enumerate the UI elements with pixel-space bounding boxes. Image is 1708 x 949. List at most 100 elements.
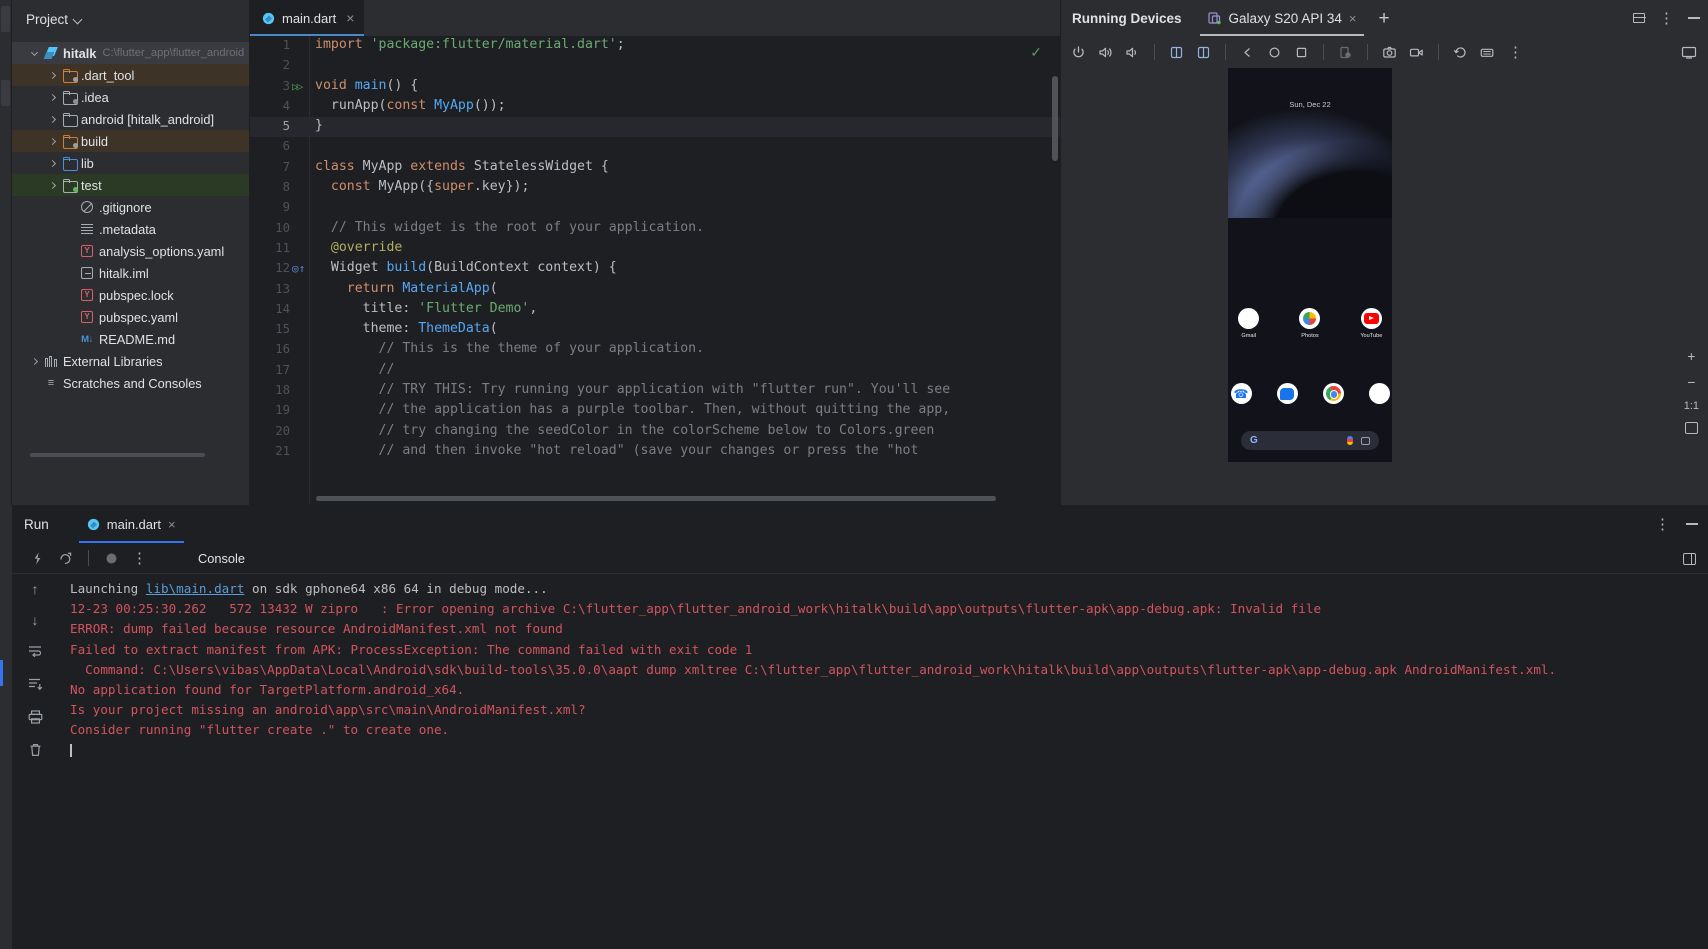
restore-window-icon[interactable]: [1633, 13, 1646, 23]
close-icon[interactable]: ×: [346, 11, 354, 25]
rerun-icon[interactable]: [30, 551, 45, 566]
keyboard-icon[interactable]: [1480, 45, 1496, 60]
code-line[interactable]: 11 @override: [250, 239, 1060, 259]
restart-icon[interactable]: [58, 551, 73, 566]
scroll-up-icon[interactable]: ↑: [32, 582, 39, 596]
tree-node[interactable]: build: [12, 130, 249, 152]
rotate-left-icon[interactable]: [1169, 45, 1184, 60]
code-line[interactable]: 6: [250, 137, 1060, 157]
scroll-down-icon[interactable]: ↓: [32, 613, 39, 627]
code-line[interactable]: 17 //: [250, 361, 1060, 381]
code-line[interactable]: 19 // the application has a purple toolb…: [250, 401, 1060, 421]
volume-down-icon[interactable]: [1125, 45, 1140, 60]
home-screen-app[interactable]: [1366, 383, 1392, 408]
options-kebab-icon[interactable]: ⋮: [1655, 517, 1670, 532]
tree-node[interactable]: .metadata: [12, 218, 249, 240]
code-line[interactable]: 18 // TRY THIS: Try running your applica…: [250, 381, 1060, 401]
tree-expand-arrow[interactable]: [62, 306, 78, 328]
google-search-bar[interactable]: G: [1241, 431, 1379, 450]
code-line[interactable]: 21 // and then invoke "hot reload" (save…: [250, 442, 1060, 462]
tree-node[interactable]: Yanalysis_options.yaml: [12, 240, 249, 262]
tree-expand-arrow[interactable]: [62, 240, 78, 262]
more-kebab-icon[interactable]: ⋮: [132, 551, 147, 566]
run-toolbar[interactable]: ⋮ Console: [12, 543, 1708, 574]
run-gutter-icon[interactable]: ▷▷: [292, 80, 303, 93]
code-line[interactable]: 15 theme: ThemeData(: [250, 320, 1060, 340]
split-window-icon[interactable]: [1683, 552, 1696, 565]
tree-node[interactable]: .gitignore: [12, 196, 249, 218]
fit-to-screen-icon[interactable]: [1684, 422, 1698, 434]
close-icon[interactable]: ×: [1349, 11, 1357, 26]
print-icon[interactable]: [28, 710, 43, 726]
console-tab-label[interactable]: Console: [198, 551, 245, 566]
microphone-icon[interactable]: [1347, 436, 1353, 445]
clear-all-icon[interactable]: [28, 743, 43, 759]
record-icon[interactable]: [1409, 45, 1424, 60]
chevron-right-icon[interactable]: [44, 152, 60, 174]
home-screen-app[interactable]: ☎: [1228, 383, 1254, 408]
tree-node[interactable]: lib: [12, 152, 249, 174]
home-screen-app[interactable]: [1274, 383, 1300, 408]
console-link[interactable]: lib\main.dart: [146, 581, 245, 596]
tree-node[interactable]: android [hitalk_android]: [12, 108, 249, 130]
home-screen-app-row-2[interactable]: ☎: [1228, 383, 1392, 408]
run-tab-main-dart[interactable]: main.dart ×: [78, 505, 184, 543]
editor-vertical-scrollbar[interactable]: [1052, 76, 1058, 161]
scroll-to-end-icon[interactable]: [28, 677, 43, 693]
more-kebab-icon[interactable]: ⋮: [1508, 45, 1523, 60]
overview-icon[interactable]: [1294, 45, 1309, 60]
code-line[interactable]: 13 return MaterialApp(: [250, 280, 1060, 300]
screenshot-icon[interactable]: [1382, 45, 1397, 60]
options-kebab-icon[interactable]: ⋮: [1659, 11, 1674, 26]
tree-expand-arrow[interactable]: [62, 284, 78, 306]
tree-node[interactable]: hitalk C:\flutter_app\flutter_android: [12, 42, 249, 64]
emulator-screen[interactable]: Sun, Dec 22 Gmail Photos YouTube ☎ G: [1228, 68, 1392, 462]
console-side-toolbar[interactable]: ↑ ↓: [12, 574, 58, 949]
google-lens-icon[interactable]: [1361, 436, 1370, 445]
tree-node[interactable]: hitalk.iml: [12, 262, 249, 284]
device-mirroring-icon[interactable]: [1681, 45, 1697, 60]
project-tree[interactable]: hitalk C:\flutter_app\flutter_android .dar…: [12, 42, 249, 394]
add-device-button[interactable]: +: [1378, 9, 1389, 28]
home-screen-app[interactable]: [1320, 383, 1346, 408]
code-editor[interactable]: 1 import 'package:flutter/material.dart';…: [250, 36, 1060, 505]
power-icon[interactable]: [1071, 45, 1086, 60]
tree-expand-arrow[interactable]: [62, 262, 78, 284]
chevron-right-icon[interactable]: [44, 174, 60, 196]
emulator-zoom-tools[interactable]: + − 1:1: [1684, 348, 1699, 434]
rail-button-commit[interactable]: [1, 80, 10, 106]
tree-node[interactable]: External Libraries: [12, 350, 249, 372]
device-toolbar[interactable]: ⋮: [1061, 36, 1708, 68]
zoom-out-icon[interactable]: −: [1687, 374, 1695, 390]
tree-node[interactable]: M↓ README.md: [12, 328, 249, 350]
code-line[interactable]: 7 class MyApp extends StatelessWidget {: [250, 158, 1060, 178]
chevron-right-icon[interactable]: [44, 86, 60, 108]
editor-horizontal-scrollbar[interactable]: [316, 496, 996, 501]
close-icon[interactable]: ×: [168, 517, 176, 532]
editor-tab-main-dart[interactable]: main.dart ×: [250, 0, 365, 36]
volume-up-icon[interactable]: [1098, 45, 1113, 60]
chevron-right-icon[interactable]: [44, 64, 60, 86]
code-line[interactable]: 2: [250, 56, 1060, 76]
tree-expand-arrow[interactable]: [62, 196, 78, 218]
emulator-stage[interactable]: Sun, Dec 22 Gmail Photos YouTube ☎ G + − 1…: [1061, 68, 1708, 505]
home-screen-app[interactable]: Gmail: [1228, 308, 1269, 339]
code-line[interactable]: 3 ▷▷ void main() {: [250, 77, 1060, 97]
code-line[interactable]: 9: [250, 198, 1060, 218]
tree-expand-arrow[interactable]: [62, 218, 78, 240]
home-icon[interactable]: [1267, 45, 1282, 60]
stop-icon[interactable]: [104, 551, 119, 566]
left-tool-rail-bottom[interactable]: [0, 505, 12, 949]
tree-node[interactable]: test: [12, 174, 249, 196]
chevron-right-icon[interactable]: [26, 350, 42, 372]
back-icon[interactable]: [1240, 45, 1255, 60]
tree-node[interactable]: Ypubspec.yaml: [12, 306, 249, 328]
project-horizontal-scrollbar[interactable]: [30, 453, 205, 457]
device-tab-galaxy-s20[interactable]: Galaxy S20 API 34 ×: [1199, 0, 1365, 36]
chevron-down-icon[interactable]: [26, 42, 42, 64]
code-content[interactable]: 1 import 'package:flutter/material.dart';…: [250, 36, 1060, 462]
project-header[interactable]: Project: [12, 0, 249, 38]
rail-button-project[interactable]: [1, 6, 10, 32]
home-screen-app-row-1[interactable]: Gmail Photos YouTube: [1228, 308, 1392, 339]
code-line[interactable]: 8 const MyApp({super.key});: [250, 178, 1060, 198]
